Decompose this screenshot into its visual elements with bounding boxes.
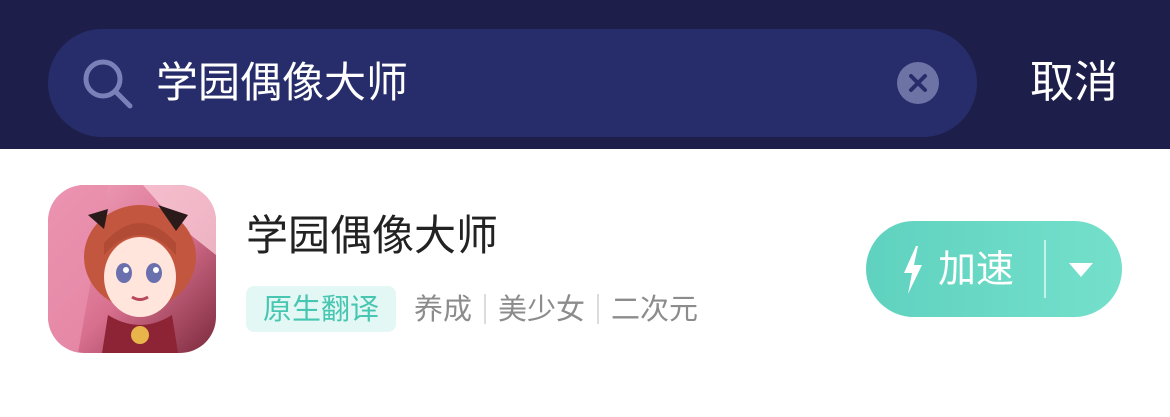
button-divider — [1044, 240, 1046, 298]
chevron-down-icon[interactable] — [1068, 262, 1094, 278]
genre-tag: 二次元 — [611, 292, 699, 326]
genre-tag: 美少女 — [498, 292, 586, 326]
clear-icon[interactable] — [896, 61, 940, 105]
search-query[interactable]: 学园偶像大师 — [156, 51, 408, 115]
search-icon — [83, 59, 133, 109]
tag-divider — [484, 294, 487, 324]
game-title[interactable]: 学园偶像大师 — [246, 206, 498, 266]
translation-badge: 原生翻译 — [246, 286, 396, 332]
genre-tag: 养成 — [414, 292, 473, 326]
lightning-bolt-icon — [904, 246, 922, 294]
cancel-button[interactable]: 取消 — [1020, 51, 1128, 115]
tag-divider — [597, 294, 600, 324]
game-icon[interactable] — [48, 185, 216, 353]
genre-tags: 养成 美少女 二次元 — [414, 286, 698, 332]
accelerate-label[interactable]: 加速 — [938, 242, 1014, 296]
